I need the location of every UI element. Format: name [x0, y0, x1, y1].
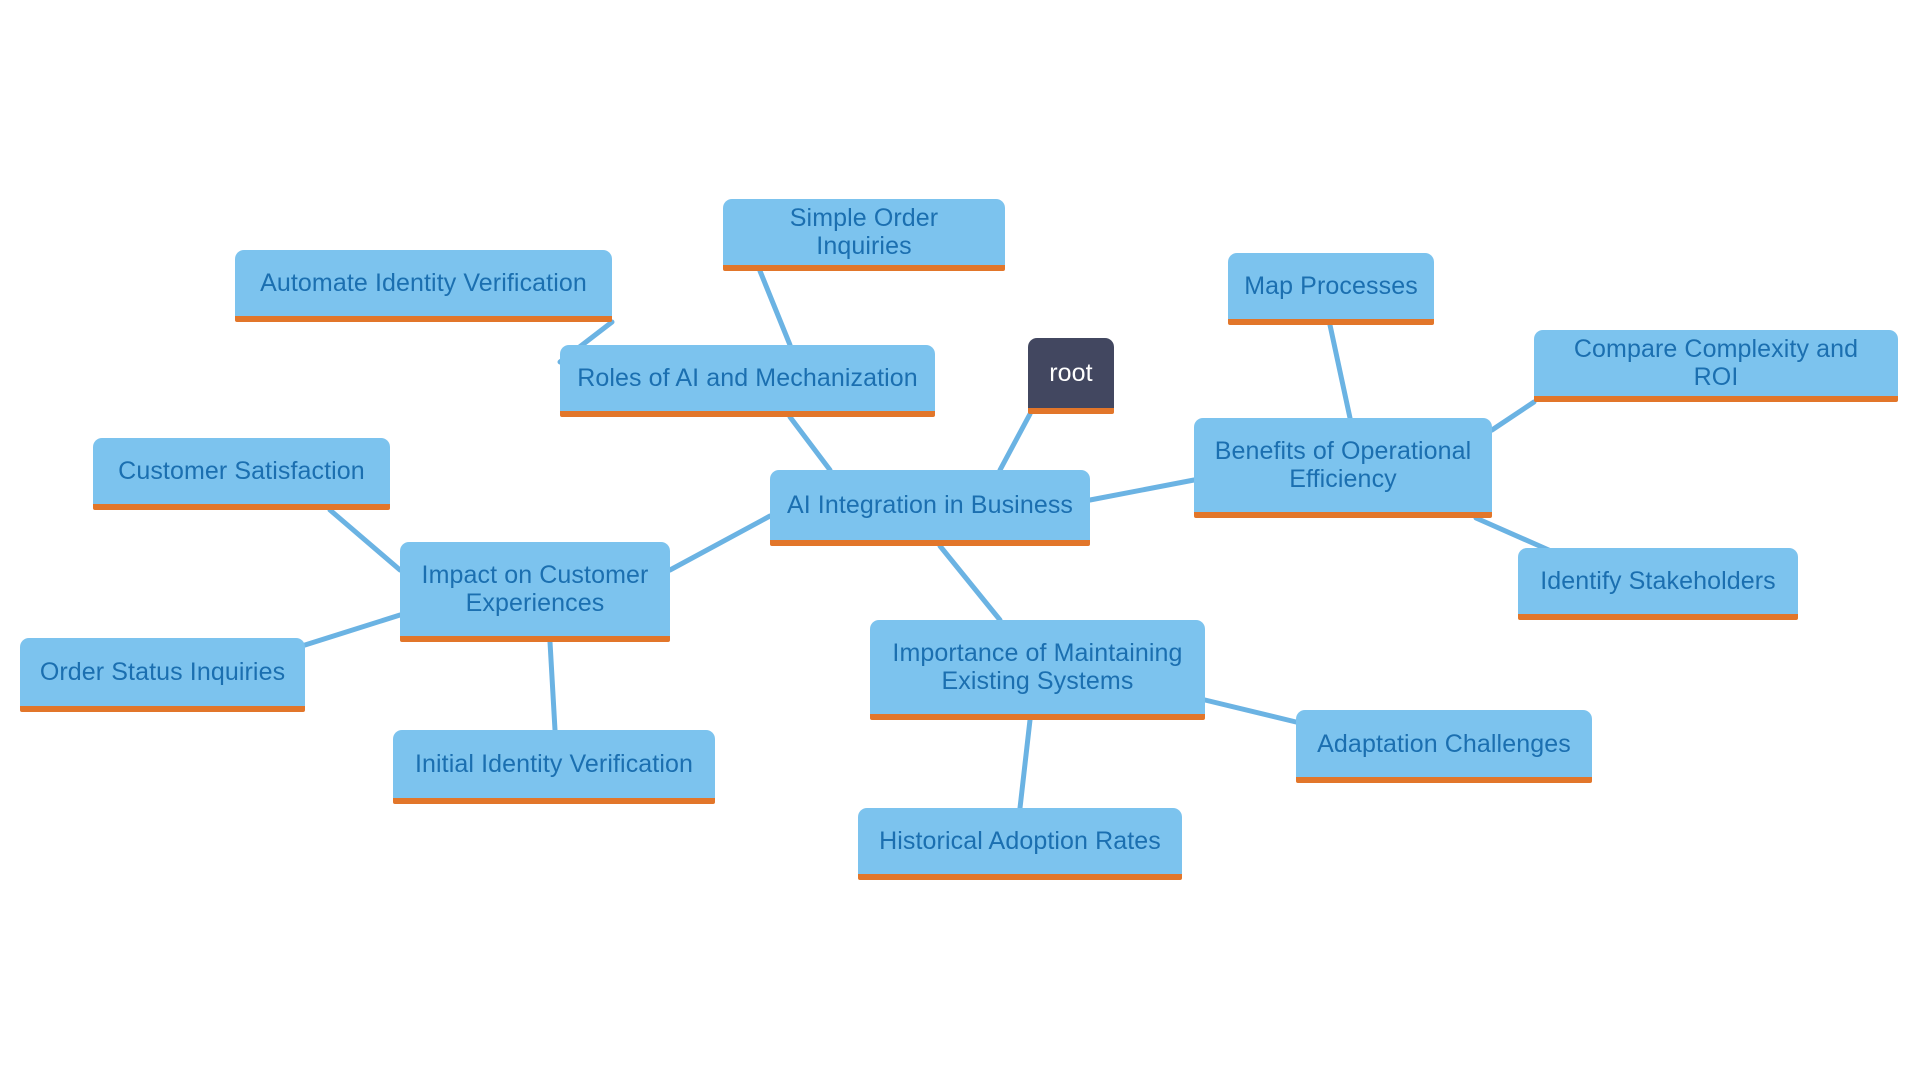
edge-maintain-to-historical: [1017, 717, 1033, 811]
node-initverify[interactable]: Initial Identity Verification: [393, 730, 715, 804]
mindmap-canvas: root AI Integration in Business Roles of A…: [0, 0, 1920, 1080]
node-label-orderstatus: Order Status Inquiries: [39, 658, 286, 686]
edge-benefits-to-mapproc: [1327, 322, 1353, 421]
node-label-historical: Historical Adoption Rates: [879, 827, 1161, 855]
edge-ai-to-impact: [667, 513, 773, 573]
node-adaptation[interactable]: Adaptation Challenges: [1296, 710, 1592, 783]
node-satisfaction[interactable]: Customer Satisfaction: [93, 438, 390, 510]
node-label-simple: Simple Order Inquiries: [789, 204, 939, 260]
node-label-benefits: Benefits of Operational Efficiency: [1214, 437, 1472, 493]
node-label-adaptation: Adaptation Challenges: [1317, 729, 1571, 758]
node-ai[interactable]: AI Integration in Business: [770, 470, 1090, 546]
node-label-roles: Roles of AI and Mechanization: [577, 364, 918, 392]
edge-impact-to-initverify: [547, 639, 558, 733]
node-impact[interactable]: Impact on Customer Experiences: [400, 542, 670, 642]
node-historical[interactable]: Historical Adoption Rates: [858, 808, 1182, 880]
edge-root-to-ai: [997, 411, 1033, 473]
node-simple[interactable]: Simple Order Inquiries: [723, 199, 1005, 271]
node-label-initverify: Initial Identity Verification: [414, 750, 694, 778]
node-label-satisfaction: Customer Satisfaction: [118, 457, 365, 485]
node-label-impact: Impact on Customer Experiences: [421, 561, 649, 617]
node-label-ai: AI Integration in Business: [786, 491, 1074, 519]
edge-ai-to-benefits: [1087, 477, 1197, 503]
edge-ai-to-roles: [787, 414, 833, 473]
edge-ai-to-maintain: [937, 543, 1003, 623]
node-autoverify[interactable]: Automate Identity Verification: [235, 250, 612, 322]
node-label-mapproc: Map Processes: [1244, 272, 1418, 300]
node-compare[interactable]: Compare Complexity and ROI: [1534, 330, 1898, 402]
node-label-compare: Compare Complexity and ROI: [1573, 335, 1859, 391]
edge-impact-to-orderstatus: [302, 612, 403, 648]
node-maintain[interactable]: Importance of Maintaining Existing Syste…: [870, 620, 1205, 720]
node-roles[interactable]: Roles of AI and Mechanization: [560, 345, 935, 417]
node-stakeholders[interactable]: Identify Stakeholders: [1518, 548, 1798, 620]
node-orderstatus[interactable]: Order Status Inquiries: [20, 638, 305, 712]
node-root[interactable]: root: [1028, 338, 1114, 414]
node-label-maintain: Importance of Maintaining Existing Syste…: [892, 639, 1183, 695]
edge-roles-to-simple: [757, 268, 793, 348]
node-mapproc[interactable]: Map Processes: [1228, 253, 1434, 325]
edge-benefits-to-compare: [1489, 399, 1537, 433]
node-benefits[interactable]: Benefits of Operational Efficiency: [1194, 418, 1492, 518]
node-label-stakeholders: Identify Stakeholders: [1540, 567, 1776, 595]
edge-impact-to-satisfaction: [327, 507, 403, 573]
node-label-root: root: [1049, 359, 1093, 387]
edge-maintain-to-adaptation: [1202, 697, 1299, 725]
node-label-autoverify: Automate Identity Verification: [260, 269, 587, 297]
